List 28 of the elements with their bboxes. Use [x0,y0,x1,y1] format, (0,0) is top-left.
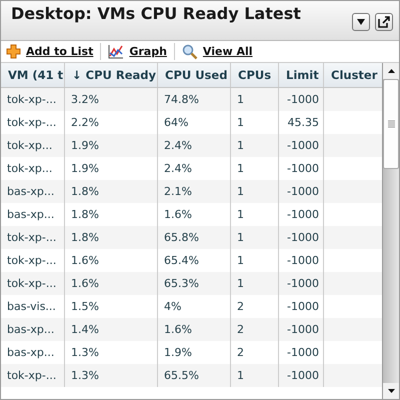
table-cell: 1.3% [65,364,158,387]
caret-icon [356,18,366,26]
scroll-thumb[interactable] [383,79,399,169]
toolbar-link[interactable]: Graph [129,45,167,58]
scrollbar[interactable] [382,63,399,399]
scroll-up-button[interactable] [383,63,399,79]
up-arrow-icon [388,69,394,73]
table-cell: 1 [231,364,279,387]
plus-icon [6,44,21,59]
grip-icon [388,120,394,128]
popout-icon [378,16,390,28]
table-cell: tok-xp-... [1,364,65,387]
column-header[interactable]: Limit [279,63,324,87]
column-header[interactable]: ↓ CPU Ready [65,63,158,87]
column-header[interactable]: CPUs [231,63,279,87]
toolbar-link[interactable]: Add to List [26,45,94,58]
toolbar-link[interactable]: View All [202,45,253,58]
table-cell: -1000 [279,364,324,387]
dropdown-button[interactable] [352,13,370,31]
down-arrow-icon [388,389,394,393]
table-cell: 65.5% [158,364,231,387]
column-header[interactable]: CPU Used [158,63,231,87]
window-title: Desktop: VMs CPU Ready Latest [11,4,301,23]
column-header[interactable]: VM (41 t [1,63,65,87]
search-icon [182,44,198,60]
scroll-down-button[interactable] [383,383,399,399]
popout-button[interactable] [375,13,393,31]
line-chart-icon [108,44,124,59]
